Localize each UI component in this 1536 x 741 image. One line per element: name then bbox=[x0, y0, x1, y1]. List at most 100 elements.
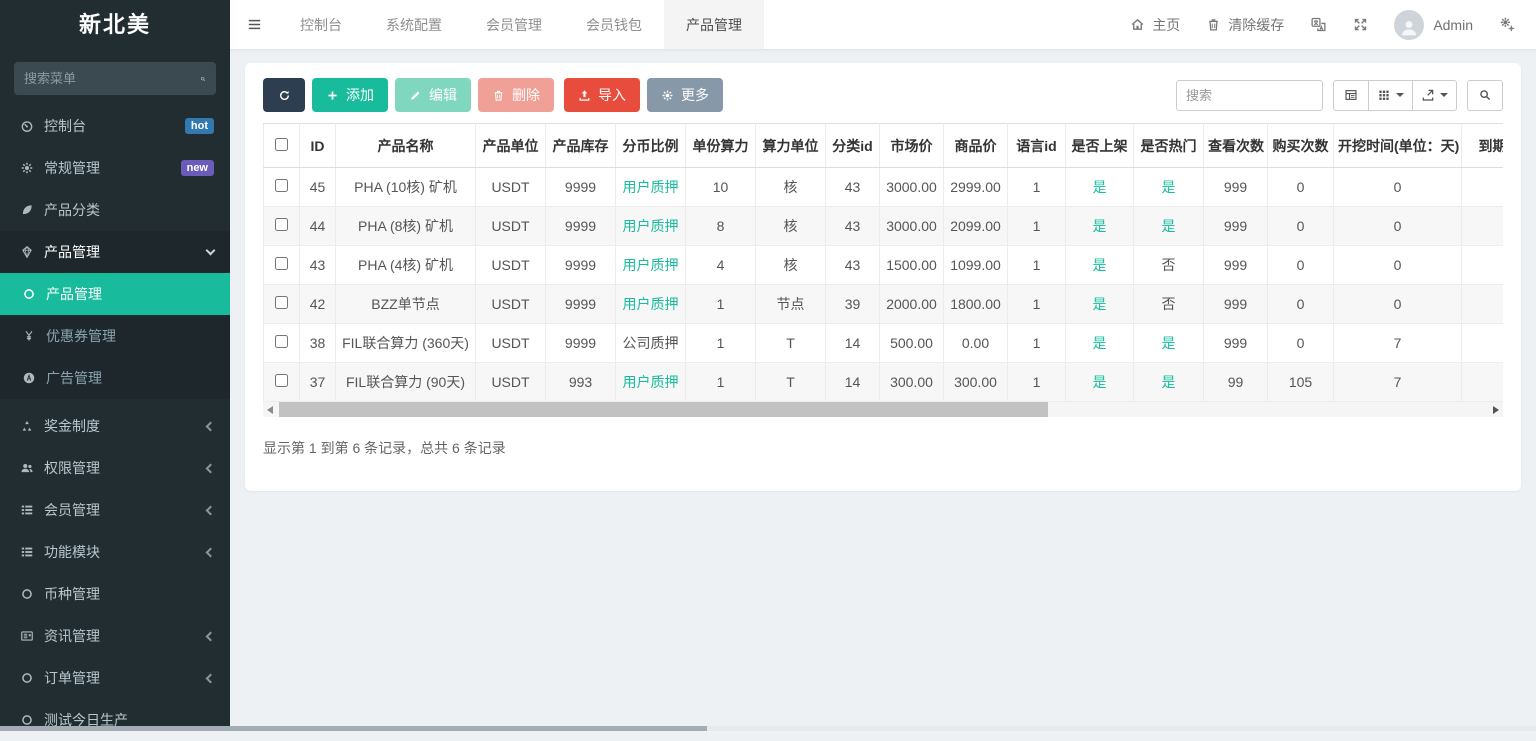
hamburger-icon bbox=[246, 16, 263, 33]
fullscreen-button[interactable] bbox=[1353, 17, 1368, 32]
row-checkbox[interactable] bbox=[275, 257, 288, 270]
sidebar-item[interactable]: 会员管理 bbox=[0, 489, 230, 531]
sidebar-item-product-parent[interactable]: 产品管理 bbox=[0, 231, 230, 273]
page-horizontal-scrollbar[interactable] bbox=[0, 726, 1536, 731]
sidebar-subitem[interactable]: 产品管理 bbox=[0, 273, 230, 315]
cell-hot[interactable]: 否 bbox=[1134, 246, 1204, 285]
scrollbar-thumb[interactable] bbox=[279, 402, 1048, 417]
cell-id: 43 bbox=[300, 246, 336, 285]
cell-stock: 9999 bbox=[546, 207, 616, 246]
table-row[interactable]: 45 PHA (10核) 矿机 USDT 9999 用户质押 10 核 43 3… bbox=[264, 168, 1504, 207]
sidebar-search[interactable] bbox=[14, 62, 216, 95]
scroll-right-arrow[interactable] bbox=[1493, 406, 1499, 414]
nav-tab-label: 产品管理 bbox=[686, 15, 742, 35]
pencil-icon bbox=[409, 89, 422, 102]
page-content: 添加 编辑 删除 导入 更多 bbox=[230, 50, 1536, 504]
column-header: 分类id bbox=[826, 124, 880, 168]
export-button[interactable] bbox=[1412, 80, 1457, 111]
sidebar-item[interactable]: 常规管理 new bbox=[0, 147, 230, 189]
table-row[interactable]: 37 FIL联合算力 (90天) USDT 993 用户质押 1 T 14 30… bbox=[264, 363, 1504, 402]
sidebar-subitem-label: 优惠券管理 bbox=[46, 326, 214, 346]
search-button[interactable] bbox=[1467, 80, 1503, 111]
settings-button[interactable] bbox=[1499, 16, 1516, 33]
user-menu[interactable]: Admin bbox=[1394, 10, 1473, 40]
cell-hot[interactable]: 是 bbox=[1134, 324, 1204, 363]
cell-power: 1 bbox=[686, 285, 756, 324]
cell-ratio[interactable]: 用户质押 bbox=[616, 207, 686, 246]
plus-icon bbox=[326, 89, 339, 102]
sidebar-item[interactable]: 订单管理 bbox=[0, 657, 230, 699]
cell-ratio[interactable]: 用户质押 bbox=[616, 168, 686, 207]
table-toolbar: 添加 编辑 删除 导入 更多 bbox=[263, 78, 1503, 112]
sidebar-item[interactable]: 控制台 hot bbox=[0, 105, 230, 147]
sidebar-item[interactable]: 奖金制度 bbox=[0, 405, 230, 447]
cell-unit: USDT bbox=[476, 363, 546, 402]
clear-cache-link[interactable]: 清除缓存 bbox=[1206, 15, 1284, 35]
chevron-left-icon bbox=[206, 421, 216, 431]
table-row[interactable]: 43 PHA (4核) 矿机 USDT 9999 用户质押 4 核 43 150… bbox=[264, 246, 1504, 285]
cell-views: 999 bbox=[1204, 168, 1268, 207]
detail-view-icon bbox=[1344, 88, 1358, 102]
cell-hot[interactable]: 是 bbox=[1134, 207, 1204, 246]
sidebar-item[interactable]: 币种管理 bbox=[0, 573, 230, 615]
table-row[interactable]: 42 BZZ单节点 USDT 9999 用户质押 1 节点 39 2000.00… bbox=[264, 285, 1504, 324]
cell-ratio[interactable]: 公司质押 bbox=[616, 324, 686, 363]
row-checkbox[interactable] bbox=[275, 335, 288, 348]
cell-on-sale[interactable]: 是 bbox=[1066, 324, 1134, 363]
nav-tab[interactable]: 会员管理 bbox=[464, 0, 564, 49]
table-row[interactable]: 38 FIL联合算力 (360天) USDT 9999 公司质押 1 T 14 … bbox=[264, 324, 1504, 363]
cell-price: 1099.00 bbox=[944, 246, 1008, 285]
sidebar-item[interactable]: 资讯管理 bbox=[0, 615, 230, 657]
refresh-button[interactable] bbox=[263, 78, 305, 112]
table-horizontal-scrollbar[interactable] bbox=[263, 402, 1503, 417]
nav-tab[interactable]: 控制台 bbox=[278, 0, 364, 49]
scroll-left-arrow[interactable] bbox=[267, 406, 273, 414]
cell-on-sale[interactable]: 是 bbox=[1066, 246, 1134, 285]
columns-button[interactable] bbox=[1368, 80, 1413, 111]
row-checkbox[interactable] bbox=[275, 296, 288, 309]
sidebar-item[interactable]: 权限管理 bbox=[0, 447, 230, 489]
row-checkbox[interactable] bbox=[275, 374, 288, 387]
nav-tab[interactable]: 系统配置 bbox=[364, 0, 464, 49]
sidebar-item[interactable]: 功能模块 bbox=[0, 531, 230, 573]
page-scrollbar-thumb[interactable] bbox=[0, 726, 707, 731]
select-all-checkbox[interactable] bbox=[275, 138, 288, 151]
cell-power-unit: 核 bbox=[756, 207, 826, 246]
cell-ratio[interactable]: 用户质押 bbox=[616, 246, 686, 285]
more-button[interactable]: 更多 bbox=[647, 78, 723, 112]
cell-hot[interactable]: 是 bbox=[1134, 168, 1204, 207]
nav-tabs: 控制台 系统配置 会员管理 会员钱包 bbox=[278, 0, 764, 49]
import-button[interactable]: 导入 bbox=[564, 78, 640, 112]
sidebar-subitem-icon bbox=[22, 329, 36, 343]
row-checkbox[interactable] bbox=[275, 218, 288, 231]
table-scroll-area[interactable]: ID 产品名称 产品单位 产品库存 分币比例 单份算力 算力单位 分类id 市场… bbox=[263, 123, 1503, 402]
cell-on-sale[interactable]: 是 bbox=[1066, 168, 1134, 207]
sidebar-item[interactable]: 测试今日生产 bbox=[0, 699, 230, 741]
cell-expire bbox=[1462, 324, 1504, 363]
cell-on-sale[interactable]: 是 bbox=[1066, 285, 1134, 324]
add-button[interactable]: 添加 bbox=[312, 78, 388, 112]
cell-on-sale[interactable]: 是 bbox=[1066, 363, 1134, 402]
cell-hot[interactable]: 否 bbox=[1134, 285, 1204, 324]
cell-hot[interactable]: 是 bbox=[1134, 363, 1204, 402]
table-row[interactable]: 44 PHA (8核) 矿机 USDT 9999 用户质押 8 核 43 300… bbox=[264, 207, 1504, 246]
nav-tab[interactable]: 产品管理 bbox=[664, 0, 764, 49]
sidebar-subitem[interactable]: 优惠券管理 bbox=[0, 315, 230, 357]
cell-ratio[interactable]: 用户质押 bbox=[616, 363, 686, 402]
sidebar-search-input[interactable] bbox=[24, 71, 200, 86]
nav-tab[interactable]: 会员钱包 bbox=[564, 0, 664, 49]
column-header: 查看次数 bbox=[1204, 124, 1268, 168]
table-search-input[interactable] bbox=[1176, 80, 1323, 111]
cell-ratio[interactable]: 用户质押 bbox=[616, 285, 686, 324]
sidebar-toggle-button[interactable] bbox=[230, 0, 278, 49]
sidebar-item[interactable]: 产品分类 bbox=[0, 189, 230, 231]
sidebar-subitem[interactable]: 广告管理 bbox=[0, 357, 230, 399]
sidebar-submenu: 产品管理 优惠券管理 广告管理 bbox=[0, 273, 230, 399]
cell-power-unit: T bbox=[756, 363, 826, 402]
detail-view-button[interactable] bbox=[1333, 80, 1369, 111]
cell-dig-days: 7 bbox=[1334, 363, 1462, 402]
language-button[interactable] bbox=[1310, 16, 1327, 33]
cell-on-sale[interactable]: 是 bbox=[1066, 207, 1134, 246]
row-checkbox[interactable] bbox=[275, 179, 288, 192]
home-link[interactable]: 主页 bbox=[1130, 15, 1180, 35]
